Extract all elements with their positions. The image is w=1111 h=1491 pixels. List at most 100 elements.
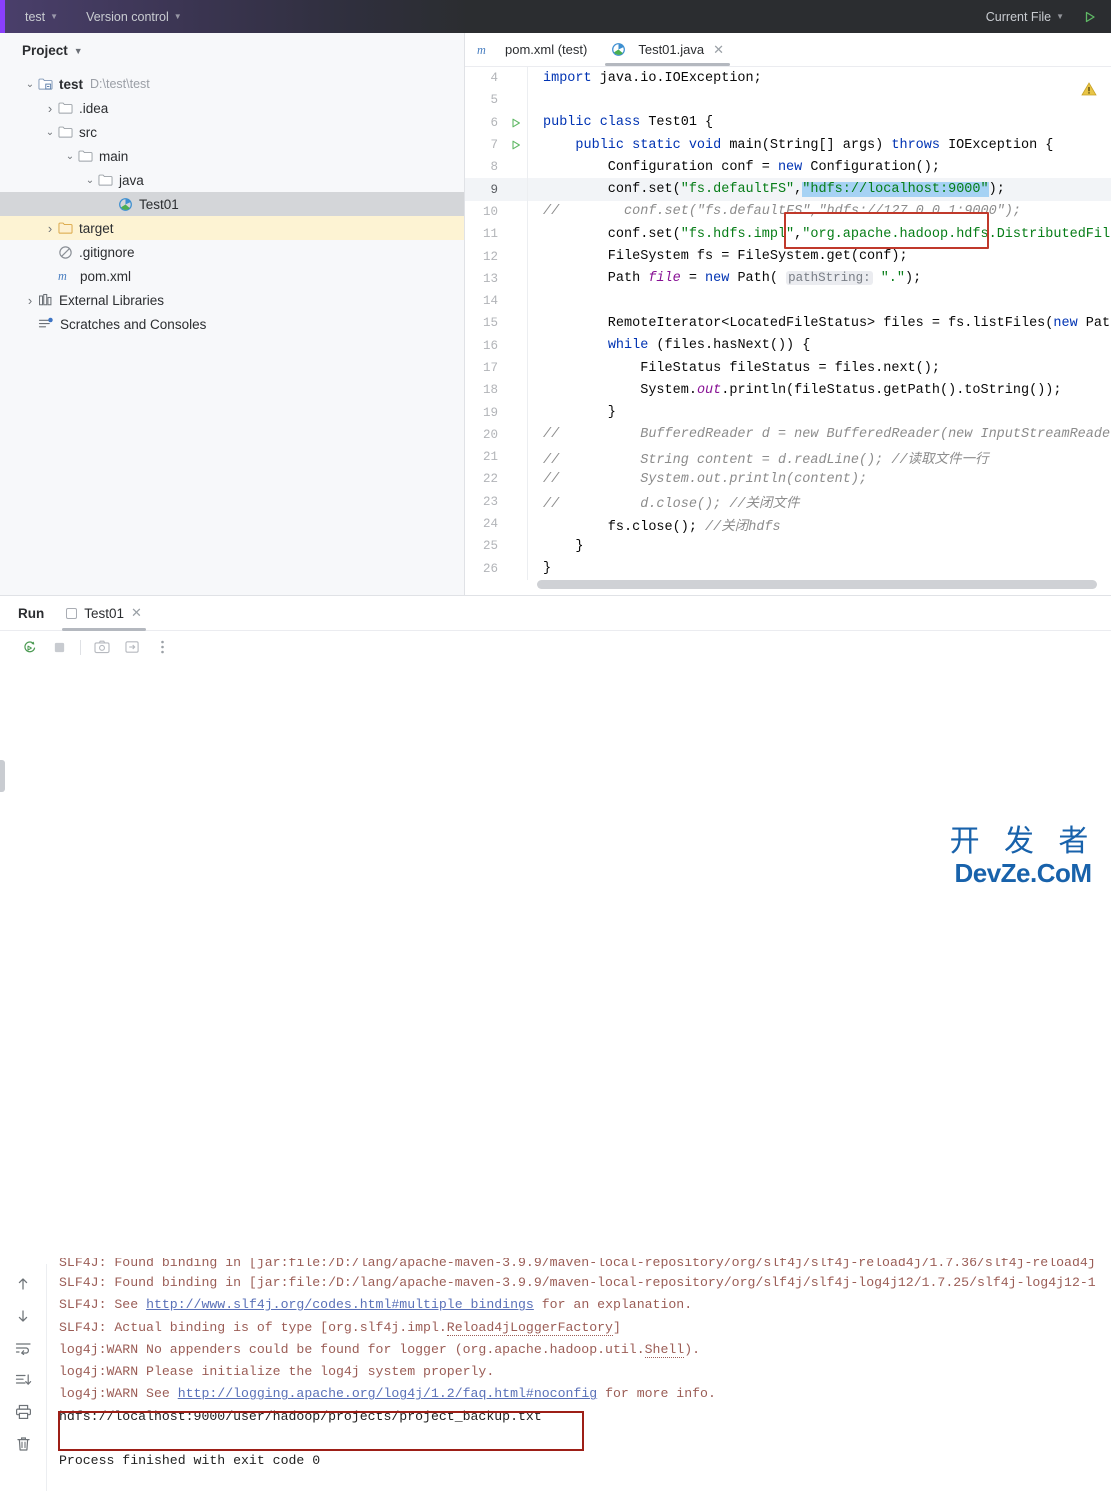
code-line[interactable]: 11 conf.set("fs.hdfs.impl","org.apache.h… — [465, 223, 1111, 245]
tree-item-scratches-and-consoles[interactable]: Scratches and Consoles — [0, 312, 464, 336]
code-line[interactable]: 21// String content = d.readLine(); //读取… — [465, 446, 1111, 468]
fold-gutter[interactable] — [527, 156, 537, 178]
run-configuration-selector[interactable]: Current File ▼ — [979, 7, 1071, 27]
code-line[interactable]: 16 while (files.hasNext()) { — [465, 335, 1111, 357]
code-line[interactable]: 9 conf.set("fs.defaultFS","hdfs://localh… — [465, 178, 1111, 200]
editor-tab-pom-xml-test[interactable]: mpom.xml (test) — [465, 33, 599, 66]
chevron-right-icon[interactable]: › — [42, 101, 58, 116]
java-class-icon — [118, 197, 133, 212]
tree-item-target[interactable]: ›target — [0, 216, 464, 240]
code-line[interactable]: 12 FileSystem fs = FileSystem.get(conf); — [465, 245, 1111, 267]
fold-gutter[interactable] — [527, 223, 537, 245]
fold-gutter[interactable] — [527, 112, 537, 134]
rerun-button[interactable] — [18, 636, 40, 658]
fold-gutter[interactable] — [527, 335, 537, 357]
chevron-down-icon[interactable]: ⌄ — [42, 127, 58, 138]
code-editor[interactable]: 4import java.io.IOException;56public cla… — [465, 67, 1111, 595]
fold-gutter[interactable] — [527, 535, 537, 557]
tree-item-java[interactable]: ⌄java — [0, 168, 464, 192]
fold-gutter[interactable] — [527, 468, 537, 490]
tree-item-main[interactable]: ⌄main — [0, 144, 464, 168]
tree-item-pom-xml[interactable]: mpom.xml — [0, 264, 464, 288]
code-line[interactable]: 15 RemoteIterator<LocatedFileStatus> fil… — [465, 312, 1111, 334]
code-line[interactable]: 6public class Test01 { — [465, 112, 1111, 134]
fold-gutter[interactable] — [527, 312, 537, 334]
export-button[interactable] — [121, 636, 143, 658]
project-selector[interactable]: test ▼ — [18, 7, 65, 27]
fold-gutter[interactable] — [527, 134, 537, 156]
editor-tab-test01-java[interactable]: Test01.java✕ — [599, 33, 736, 66]
close-icon[interactable]: ✕ — [131, 605, 142, 621]
tree-item-idea[interactable]: ›.idea — [0, 96, 464, 120]
fold-gutter[interactable] — [527, 558, 537, 580]
print-button[interactable] — [11, 1400, 35, 1424]
fold-gutter[interactable] — [527, 379, 537, 401]
fold-gutter[interactable] — [527, 401, 537, 423]
gutter-run-icon[interactable] — [505, 117, 527, 129]
run-tab-test01[interactable]: Test01 ✕ — [62, 596, 146, 631]
chevron-down-icon[interactable]: ⌄ — [62, 151, 78, 162]
soft-wrap-button[interactable] — [11, 1336, 35, 1360]
code-line[interactable]: 10// conf.set("fs.defaultFS","hdfs://127… — [465, 201, 1111, 223]
close-icon[interactable]: ✕ — [713, 42, 724, 58]
code-line[interactable]: 13 Path file = new Path( pathString: "."… — [465, 268, 1111, 290]
code-line[interactable]: 20// BufferedReader d = new BufferedRead… — [465, 424, 1111, 446]
export-icon — [125, 640, 140, 654]
tree-item-test01[interactable]: Test01 — [0, 192, 464, 216]
more-options-button[interactable] — [151, 636, 173, 658]
version-control-menu[interactable]: Version control ▼ — [79, 7, 189, 27]
code-line-text: conf.set("fs.hdfs.impl","org.apache.hado… — [537, 227, 1111, 242]
chevron-down-icon[interactable]: ⌄ — [82, 175, 98, 186]
screenshot-button[interactable] — [91, 636, 113, 658]
code-line[interactable]: 26} — [465, 558, 1111, 580]
code-line-text: import java.io.IOException; — [537, 71, 762, 86]
run-button[interactable] — [1077, 6, 1103, 28]
fold-gutter[interactable] — [527, 245, 537, 267]
stop-button[interactable] — [48, 636, 70, 658]
editor-horizontal-scrollbar[interactable] — [537, 580, 1097, 589]
clear-all-button[interactable] — [11, 1432, 35, 1456]
fold-gutter[interactable] — [527, 513, 537, 535]
tree-item-test[interactable]: ⌄testD:\test\test — [0, 72, 464, 96]
code-line[interactable]: 22// System.out.println(content); — [465, 468, 1111, 490]
code-line-text: } — [537, 561, 551, 576]
code-line[interactable]: 23// d.close(); //关闭文件 — [465, 491, 1111, 513]
chevron-right-icon[interactable]: › — [22, 293, 38, 308]
code-line[interactable]: 14 — [465, 290, 1111, 312]
tree-item-src[interactable]: ⌄src — [0, 120, 464, 144]
code-line-text: RemoteIterator<LocatedFileStatus> files … — [537, 316, 1111, 331]
fold-gutter[interactable] — [527, 67, 537, 89]
code-line[interactable]: 19 } — [465, 401, 1111, 423]
fold-gutter[interactable] — [527, 201, 537, 223]
gutter-run-icon[interactable] — [505, 139, 527, 151]
code-line[interactable]: 8 Configuration conf = new Configuration… — [465, 156, 1111, 178]
tree-item-gitignore[interactable]: .gitignore — [0, 240, 464, 264]
chevron-right-icon[interactable]: › — [42, 221, 58, 236]
chevron-down-icon[interactable]: ⌄ — [22, 79, 38, 90]
fold-gutter[interactable] — [527, 89, 537, 111]
fold-gutter[interactable] — [527, 178, 537, 200]
code-line[interactable]: 4import java.io.IOException; — [465, 67, 1111, 89]
console-output[interactable]: SLF4J: Found binding in [jar:file:/D:/la… — [47, 1258, 1111, 1491]
chevron-down-icon[interactable]: ▼ — [74, 46, 83, 56]
scroll-to-end-button[interactable] — [11, 1368, 35, 1392]
tool-window-handle[interactable] — [0, 760, 5, 792]
java-class-icon — [611, 42, 626, 57]
fold-gutter[interactable] — [527, 491, 537, 513]
code-line[interactable]: 25 } — [465, 535, 1111, 557]
fold-gutter[interactable] — [527, 424, 537, 446]
warning-triangle-icon[interactable] — [1081, 81, 1097, 97]
code-line[interactable]: 24 fs.close(); //关闭hdfs — [465, 513, 1111, 535]
fold-gutter[interactable] — [527, 290, 537, 312]
code-line[interactable]: 17 FileStatus fileStatus = files.next(); — [465, 357, 1111, 379]
fold-gutter[interactable] — [527, 357, 537, 379]
next-occurrence-button[interactable] — [11, 1304, 35, 1328]
previous-occurrence-button[interactable] — [11, 1272, 35, 1296]
tree-item-external-libraries[interactable]: ›External Libraries — [0, 288, 464, 312]
code-line-text: System.out.println(fileStatus.getPath().… — [537, 383, 1062, 398]
code-line[interactable]: 18 System.out.println(fileStatus.getPath… — [465, 379, 1111, 401]
fold-gutter[interactable] — [527, 446, 537, 468]
code-line[interactable]: 7 public static void main(String[] args)… — [465, 134, 1111, 156]
fold-gutter[interactable] — [527, 268, 537, 290]
code-line[interactable]: 5 — [465, 89, 1111, 111]
